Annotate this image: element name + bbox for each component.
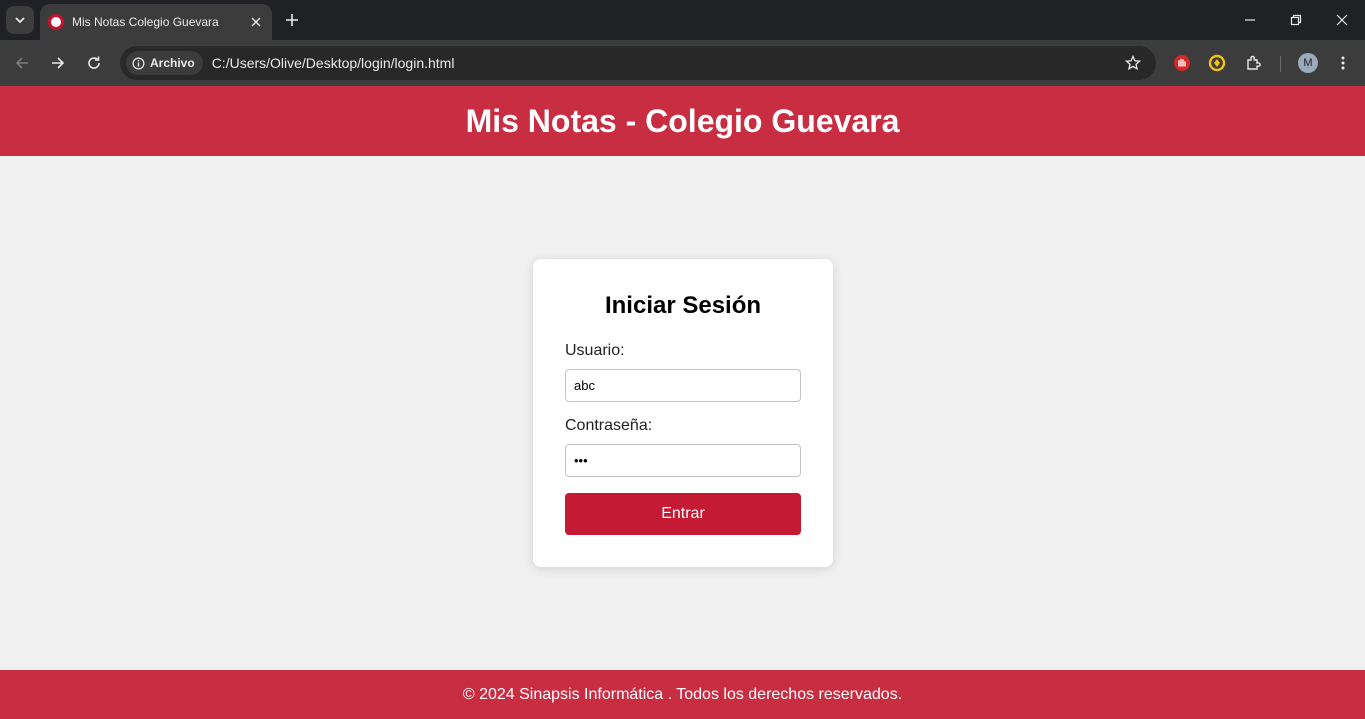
- login-heading: Iniciar Sesión: [604, 292, 762, 319]
- username-input[interactable]: [565, 369, 801, 402]
- favicon-icon: [48, 14, 64, 30]
- profile-avatar[interactable]: M: [1298, 53, 1318, 73]
- bookmark-button[interactable]: [1120, 50, 1146, 76]
- extension-button-2[interactable]: [1204, 50, 1230, 76]
- close-icon: [251, 17, 261, 27]
- site-header: Mis Notas - Colegio Guevara: [0, 86, 1365, 156]
- browser-tab-active[interactable]: Mis Notas Colegio Guevara: [40, 4, 272, 40]
- star-icon: [1125, 55, 1141, 71]
- red-hand-extension-icon: [1174, 55, 1190, 71]
- reload-icon: [88, 56, 100, 69]
- tab-search-button[interactable]: [6, 6, 34, 34]
- username-label: Usuario:: [565, 342, 625, 359]
- page-viewport: Mis Notas - Colegio Guevara Iniciar Sesi…: [0, 86, 1365, 719]
- arrow-right-icon: [52, 57, 65, 69]
- site-footer: © 2024 Sinapsis Informática . Todos los …: [0, 670, 1365, 719]
- login-button[interactable]: Entrar: [565, 493, 801, 535]
- puzzle-icon: [1247, 55, 1261, 70]
- browser-toolbar: Archivo C:/Users/Olive/Desktop/login/log…: [0, 40, 1365, 86]
- password-label: Contraseña:: [565, 417, 653, 434]
- arrow-left-icon: [15, 57, 28, 69]
- site-info-chip[interactable]: Archivo: [126, 51, 203, 75]
- tab-strip: Mis Notas Colegio Guevara: [0, 0, 1365, 40]
- kebab-menu-icon: [1341, 56, 1345, 70]
- close-icon: [1336, 14, 1348, 26]
- minimize-button[interactable]: [1238, 8, 1262, 32]
- browser-menu-button[interactable]: [1330, 50, 1356, 76]
- new-tab-button[interactable]: [280, 8, 304, 32]
- info-icon: [132, 57, 145, 69]
- restore-button[interactable]: [1284, 8, 1308, 32]
- password-input[interactable]: [565, 444, 801, 477]
- login-form: Iniciar Sesión Usuario: Contraseña: Entr…: [533, 259, 833, 567]
- chevron-down-icon: [15, 17, 25, 24]
- tab-title: Mis Notas Colegio Guevara: [72, 15, 219, 29]
- toolbar-divider: [1280, 56, 1281, 72]
- extensions-menu-button[interactable]: [1241, 50, 1267, 76]
- footer-copyright: © 2024 Sinapsis Informática . Todos los …: [462, 685, 903, 703]
- yellow-circle-extension-icon: [1208, 54, 1226, 72]
- url-text[interactable]: C:/Users/Olive/Desktop/login/login.html: [212, 55, 1120, 71]
- site-title: Mis Notas - Colegio Guevara: [465, 102, 900, 139]
- tab-close-button[interactable]: [246, 12, 266, 32]
- site-info-label: Archivo: [150, 56, 195, 70]
- reload-button[interactable]: [81, 50, 107, 76]
- forward-button[interactable]: [45, 50, 71, 76]
- restore-icon: [1290, 14, 1302, 26]
- extension-button-1[interactable]: [1169, 50, 1195, 76]
- back-button[interactable]: [9, 50, 35, 76]
- plus-icon: [286, 14, 298, 26]
- address-bar[interactable]: Archivo C:/Users/Olive/Desktop/login/log…: [120, 46, 1156, 80]
- minimize-icon: [1245, 19, 1255, 21]
- close-window-button[interactable]: [1330, 8, 1354, 32]
